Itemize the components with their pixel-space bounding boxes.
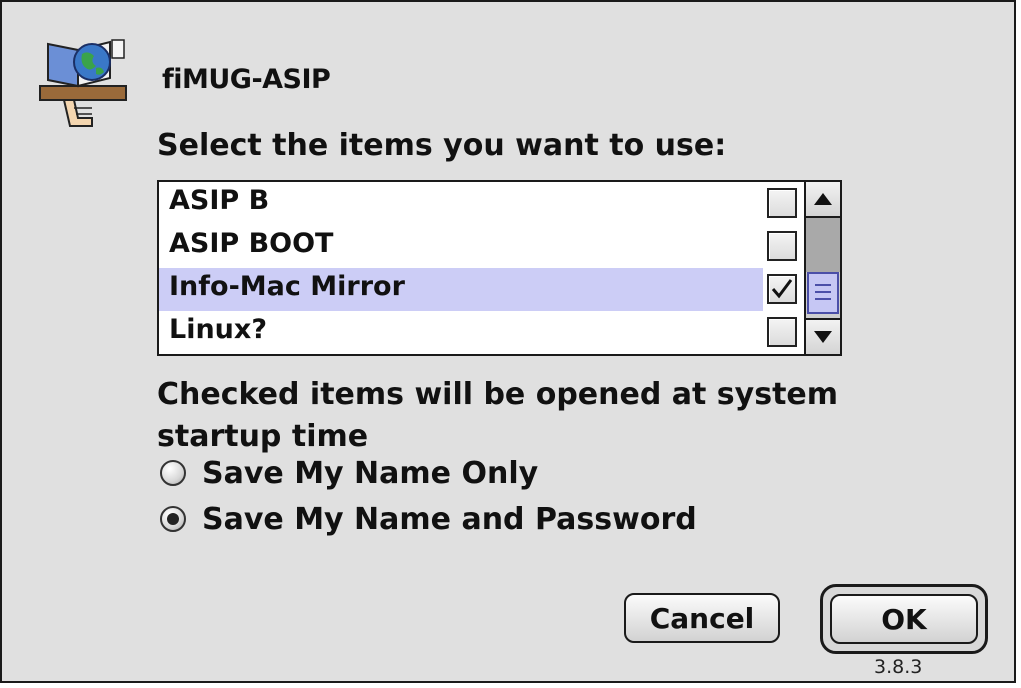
volume-checkbox[interactable] — [767, 317, 797, 347]
select-prompt: Select the items you want to use: — [157, 128, 727, 163]
list-item-selected[interactable]: Info-Mac Mirror — [159, 268, 763, 311]
volume-checkbox[interactable] — [767, 231, 797, 261]
version-label: 3.8.3 — [874, 656, 923, 678]
scroll-thumb[interactable] — [807, 272, 839, 314]
list-scrollbar[interactable] — [804, 182, 840, 354]
list-item[interactable]: ASIP B — [159, 182, 763, 225]
list-item-label: ASIP BOOT — [169, 228, 334, 259]
server-name: fiMUG-ASIP — [162, 64, 331, 95]
radio-button[interactable] — [160, 460, 186, 486]
volume-list[interactable]: ASIP B ASIP BOOT Info-Mac Mirror Linux? — [157, 180, 842, 356]
scroll-down-button[interactable] — [806, 318, 840, 354]
radio-label: Save My Name and Password — [202, 502, 697, 537]
login-options-dialog: fiMUG-ASIP Select the items you want to … — [0, 0, 1016, 683]
down-arrow-icon — [814, 331, 832, 343]
list-item-label: Linux? — [169, 314, 267, 345]
list-item-label: Info-Mac Mirror — [169, 271, 405, 302]
cancel-button[interactable]: Cancel — [624, 593, 780, 643]
startup-note: Checked items will be opened at system s… — [157, 377, 839, 454]
scroll-track[interactable] — [806, 218, 840, 272]
up-arrow-icon — [814, 193, 832, 205]
radio-label: Save My Name Only — [202, 456, 539, 491]
volume-checkbox[interactable] — [767, 188, 797, 218]
list-item[interactable]: Linux? — [159, 311, 763, 354]
ok-button[interactable]: OK — [830, 594, 978, 644]
volume-checkbox-checked[interactable] — [767, 274, 797, 304]
list-item-label: ASIP B — [169, 185, 270, 216]
list-item[interactable]: ASIP BOOT — [159, 225, 763, 268]
radio-button-selected[interactable] — [160, 506, 186, 532]
checkmark-icon — [771, 279, 793, 299]
scroll-up-button[interactable] — [806, 182, 840, 218]
appleshare-globe-icon — [34, 34, 130, 130]
